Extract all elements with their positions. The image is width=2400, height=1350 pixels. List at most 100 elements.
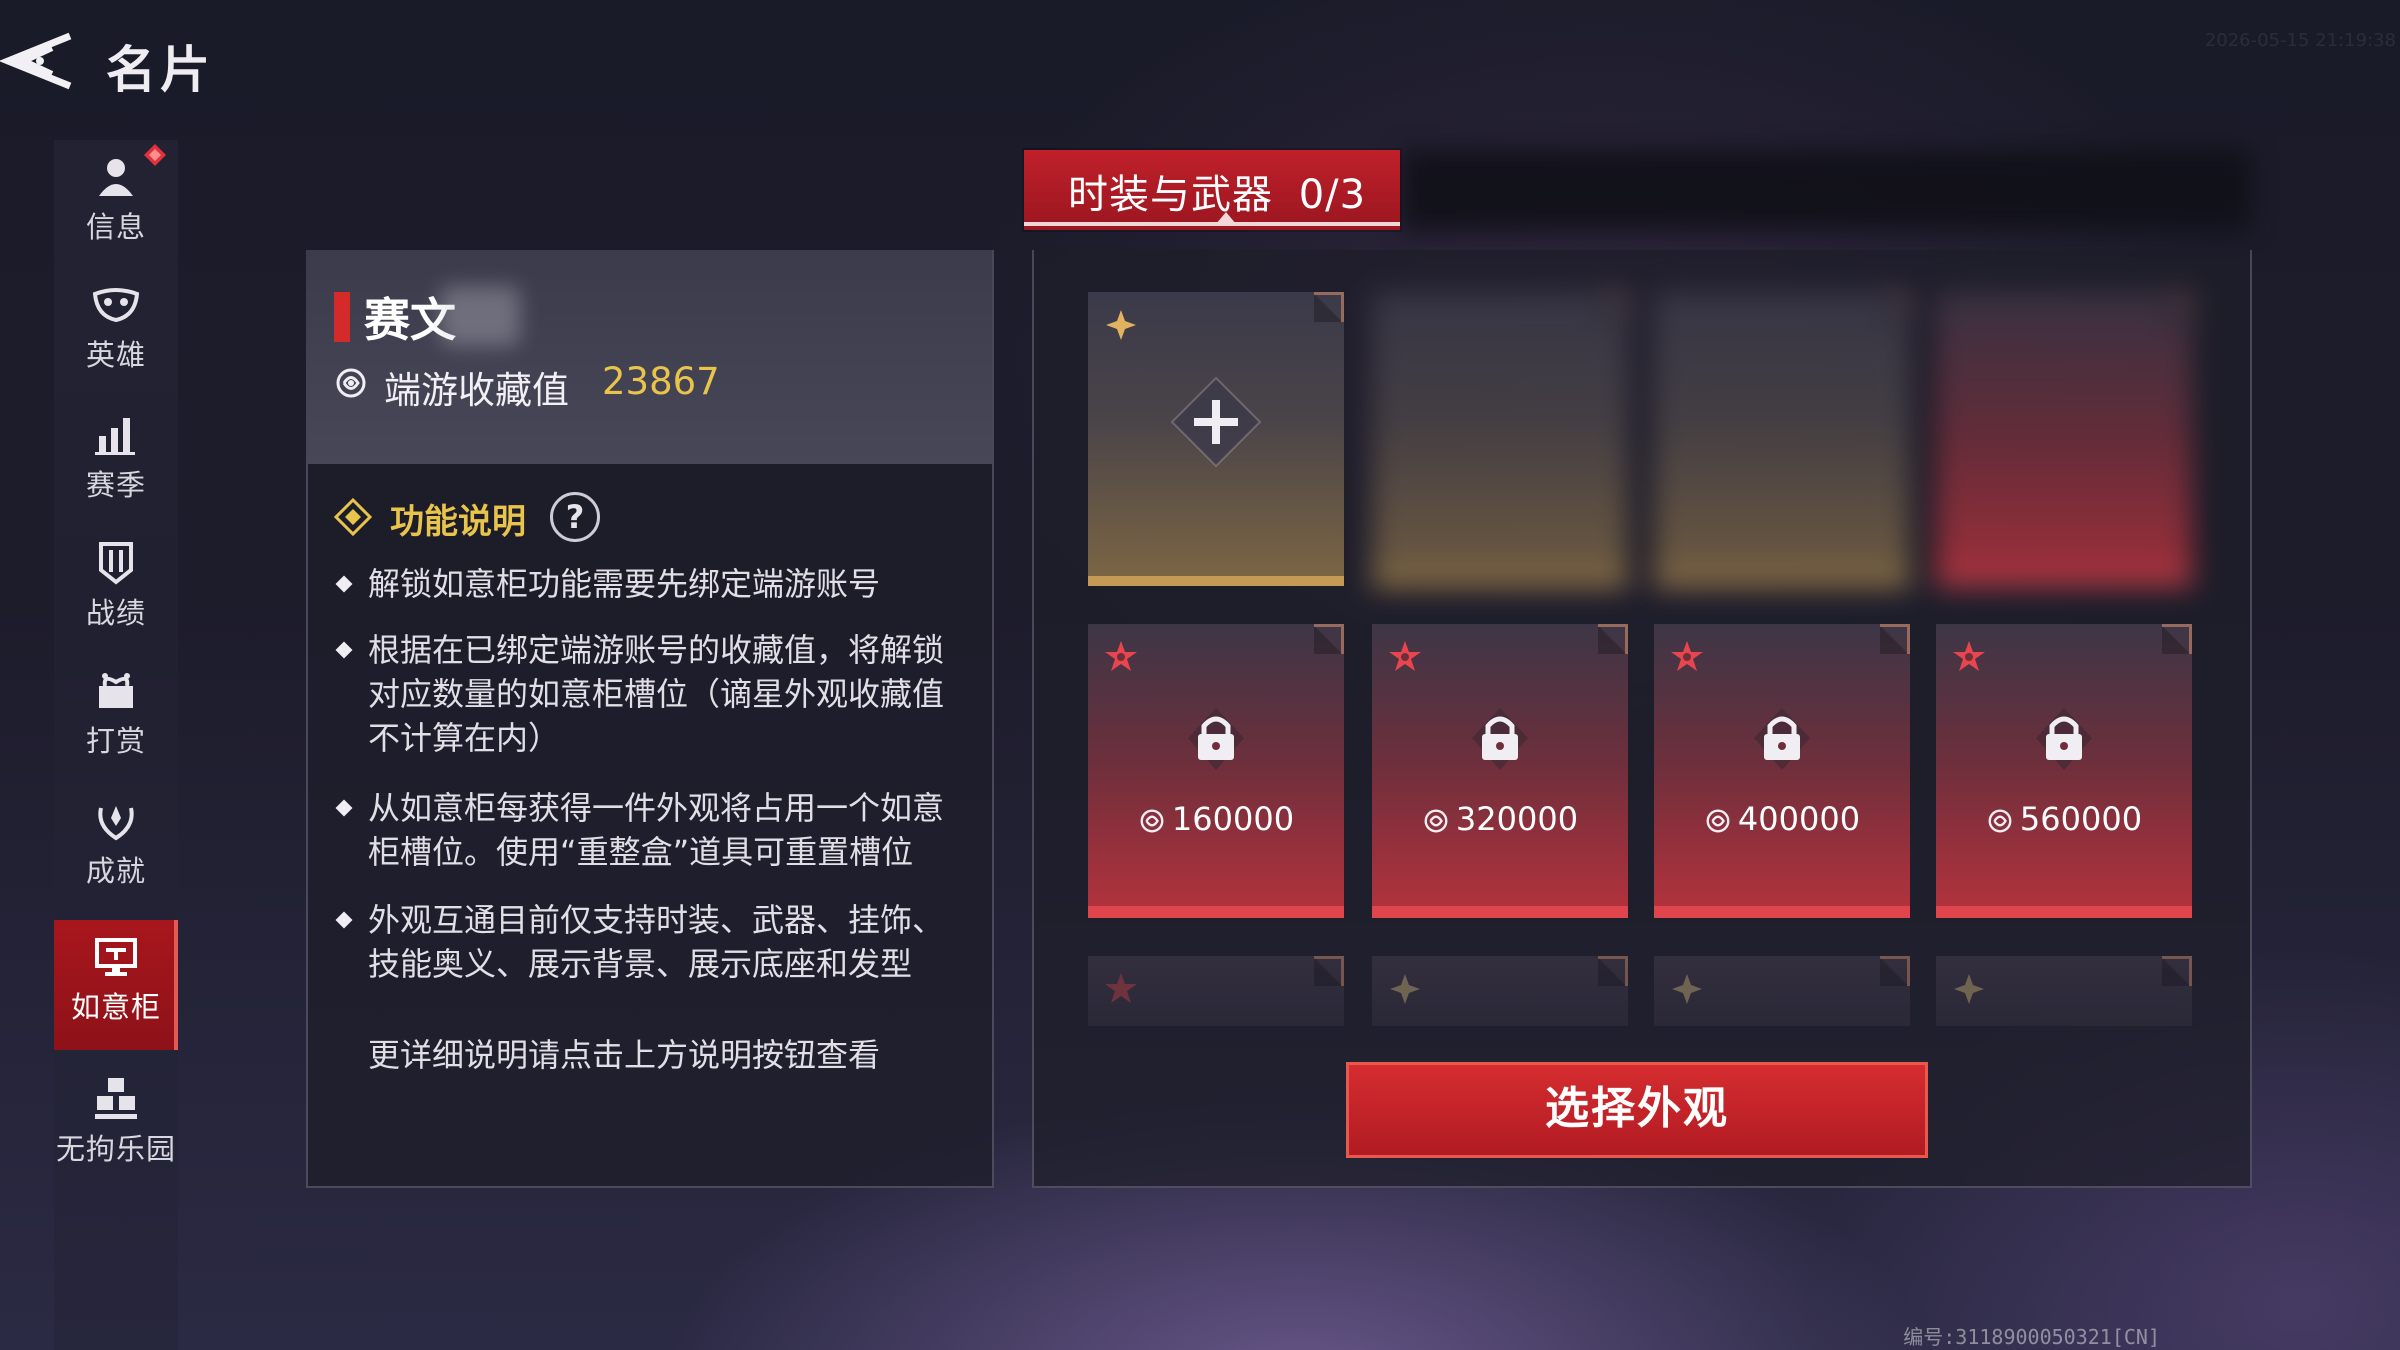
laurel-icon [98,806,134,841]
red-flower-icon [1105,973,1137,1003]
unlock-cost: 400000 [1654,800,1910,838]
sidebar-item-label: 英雄 [85,338,146,372]
mask-icon [92,288,140,323]
collection-coin-icon [1988,809,2012,833]
select-appearance-button[interactable]: 选择外观 [1346,1062,1928,1158]
sidebar-item-reward[interactable]: 打赏 [54,654,178,774]
gold-emblem-icon [1106,310,1136,340]
empty-slot[interactable] [1654,292,1910,586]
collection-coin-icon [1706,809,1730,833]
player-card-header [306,250,992,464]
sidebar-item-label: 打赏 [85,724,146,758]
diamond-info-icon [334,498,372,536]
locked-slot[interactable]: 400000 [1654,624,1910,918]
name-accent-bar [334,292,350,342]
corner-fold [1598,956,1628,986]
red-flower-icon [1389,641,1421,671]
corner-fold [1314,956,1344,986]
corner-fold [1314,624,1344,654]
sidebar-item-achievement[interactable]: 成就 [54,784,178,904]
shield-icon [99,542,133,585]
empty-slot[interactable] [1088,292,1344,586]
empty-slot[interactable] [1372,292,1628,586]
function-description-title: 功能说明 [390,502,526,542]
corner-fold [2162,292,2192,322]
timestamp: 2026-05-15 21:19:38 [2204,30,2396,51]
tab-bar-redacted [1402,150,2250,230]
unlock-cost: 160000 [1088,800,1344,838]
collection-coin-icon [336,368,366,398]
empty-slot[interactable] [1936,292,2192,586]
locked-slot[interactable]: 560000 [1936,624,2192,918]
slot-partial[interactable] [1654,956,1910,1026]
sidebar: 信息 英雄 赛季 战绩 打赏 成就 如意柜 无拘乐园 [54,140,178,1350]
slot-partial[interactable] [1088,956,1344,1026]
page-title: 名片 [106,41,214,99]
corner-fold [2162,956,2192,986]
gold-emblem-icon [1954,974,1984,1004]
cost-value: 400000 [1737,800,1861,838]
cost-value: 320000 [1455,800,1579,838]
corner-fold [1880,624,1910,654]
sidebar-item-cabinet[interactable]: 如意柜 [54,920,178,1050]
red-flower-icon [1671,641,1703,671]
red-flower-icon [1105,641,1137,671]
sidebar-item-label: 成就 [85,854,146,888]
tab-caret-icon [1216,212,1236,224]
name-redaction [440,286,520,346]
sidebar-item-label: 如意柜 [70,990,161,1024]
player-uid: 编号:3118900050321[CN] [1903,1325,2160,1349]
tab-underline [1024,222,1400,226]
tab-title: 时装与武器 [1068,172,1273,218]
unlock-cost: 560000 [1936,800,2192,838]
lock-icon [2036,708,2092,770]
lock-icon [1472,708,1528,770]
plus-icon [1170,376,1262,468]
locked-slot[interactable]: 320000 [1372,624,1628,918]
sidebar-item-label: 无拘乐园 [55,1132,176,1166]
display-icon [95,938,137,976]
blocks-icon [95,1078,137,1119]
sidebar-item-label: 战绩 [85,596,146,630]
slot-partial[interactable] [1372,956,1628,1026]
sidebar-item-paradise[interactable]: 无拘乐园 [54,1062,178,1182]
description-item: 根据在已绑定端游账号的收藏值，将解锁对应数量的如意柜槽位（谪星外观收藏值不计算在… [368,631,945,757]
notification-badge-icon [144,144,166,166]
tab-count: 0/3 [1298,172,1367,218]
collection-coin-icon [1424,809,1448,833]
locked-slot[interactable]: 160000 [1088,624,1344,918]
lock-icon [1754,708,1810,770]
corner-fold [1598,624,1628,654]
sidebar-item-season[interactable]: 赛季 [54,398,178,518]
sidebar-item-label: 信息 [85,210,146,244]
collection-value: 23867 [602,360,720,403]
sidebar-item-record[interactable]: 战绩 [54,526,178,646]
lock-icon [1188,708,1244,770]
person-icon [99,159,133,196]
unlock-cost: 320000 [1372,800,1628,838]
back-arrow-icon [0,32,72,90]
corner-fold [1598,292,1628,322]
help-button[interactable]: ? [550,492,600,542]
description-item: 从如意柜每获得一件外观将占用一个如意柜槽位。使用“重整盒”道具可重置槽位 [368,789,945,871]
cost-value: 160000 [1171,800,1295,838]
corner-fold [1880,292,1910,322]
cost-value: 560000 [2019,800,2143,838]
corner-fold [2162,624,2192,654]
sidebar-item-heroes[interactable]: 英雄 [54,268,178,388]
back-button[interactable] [0,28,80,94]
gold-emblem-icon [1390,974,1420,1004]
sidebar-item-label: 赛季 [85,468,146,502]
corner-fold [1314,292,1344,322]
collection-coin-icon [1140,809,1164,833]
corner-fold [1880,956,1910,986]
collection-label: 端游收藏值 [384,369,569,412]
gift-icon [99,673,133,708]
description-item: 解锁如意柜功能需要先绑定端游账号 [368,565,881,603]
gold-emblem-icon [1672,974,1702,1004]
more-info-text: 更详细说明请点击上方说明按钮查看 [368,1036,881,1074]
description-item: 外观互通目前仅支持时装、武器、挂饰、技能奥义、展示背景、展示底座和发型 [368,901,945,983]
slot-partial[interactable] [1936,956,2192,1026]
bar-chart-icon [95,418,135,455]
red-flower-icon [1953,641,1985,671]
